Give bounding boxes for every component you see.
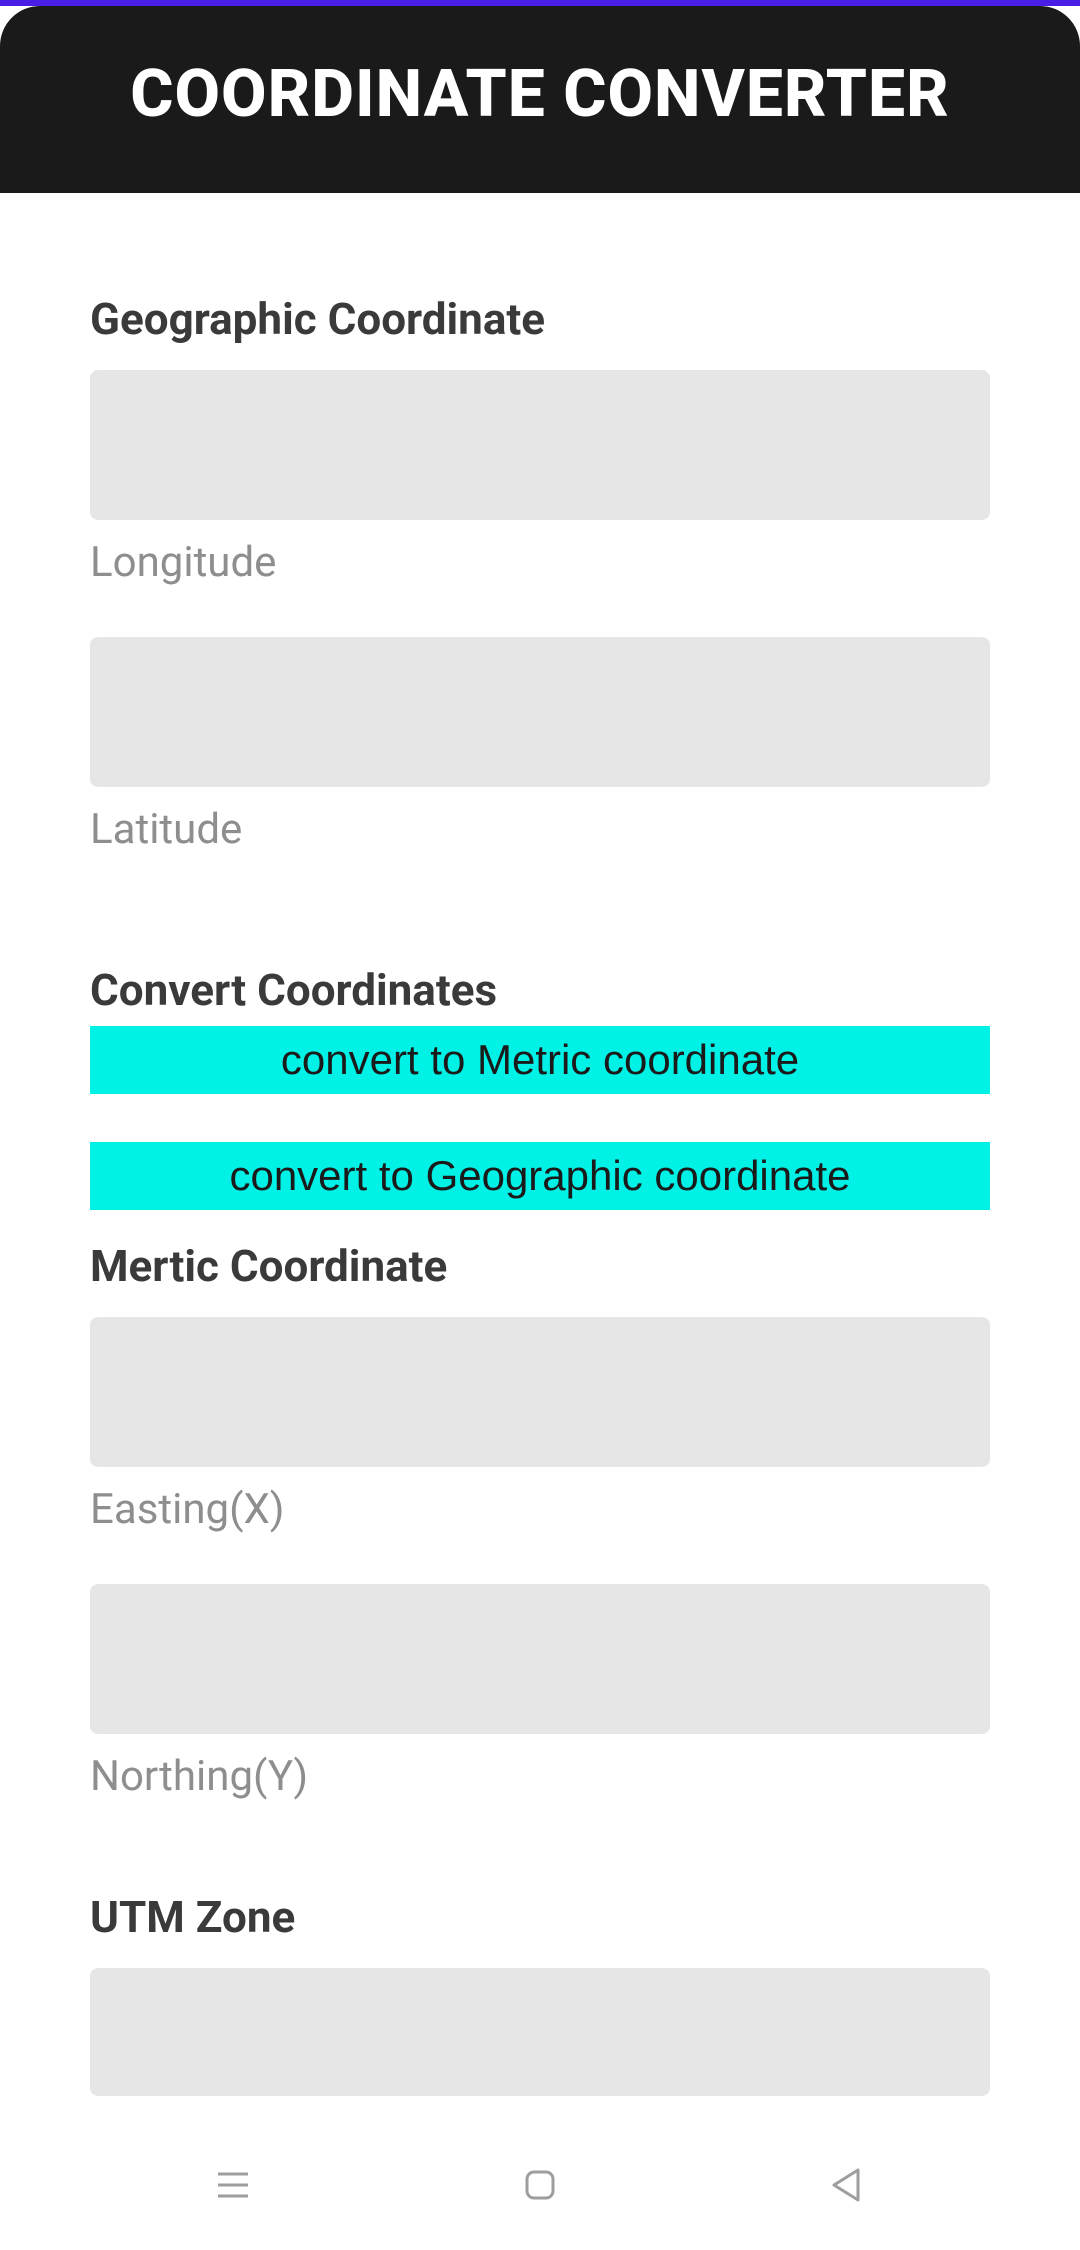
convert-to-geographic-button[interactable]: convert to Geographic coordinate (90, 1142, 990, 1210)
easting-label: Easting(X) (90, 1485, 990, 1534)
app-title: COORDINATE CONVERTER (20, 56, 1060, 133)
longitude-block: Longitude (90, 370, 990, 587)
utm-block (90, 1968, 990, 2096)
northing-block: Northing(Y) (90, 1584, 990, 1801)
convert-to-metric-button[interactable]: convert to Metric coordinate (90, 1026, 990, 1094)
latitude-input[interactable] (90, 637, 990, 787)
utm-section-title: UTM Zone (90, 1891, 990, 1943)
metric-section-title: Mertic Coordinate (90, 1240, 990, 1292)
latitude-block: Latitude (90, 637, 990, 854)
northing-label: Northing(Y) (90, 1752, 990, 1801)
latitude-label: Latitude (90, 805, 990, 854)
utm-zone-input[interactable] (90, 1968, 990, 2096)
navigation-bar (0, 2120, 1080, 2250)
app-header: COORDINATE CONVERTER (0, 6, 1080, 193)
easting-input[interactable] (90, 1317, 990, 1467)
back-icon[interactable] (826, 2164, 868, 2206)
geographic-section-title: Geographic Coordinate (90, 293, 990, 345)
longitude-label: Longitude (90, 538, 990, 587)
easting-block: Easting(X) (90, 1317, 990, 1534)
longitude-input[interactable] (90, 370, 990, 520)
home-icon[interactable] (519, 2164, 561, 2206)
convert-section-title: Convert Coordinates (90, 964, 990, 1016)
menu-icon[interactable] (212, 2164, 254, 2206)
main-content: Geographic Coordinate Longitude Latitude… (0, 193, 1080, 2096)
northing-input[interactable] (90, 1584, 990, 1734)
